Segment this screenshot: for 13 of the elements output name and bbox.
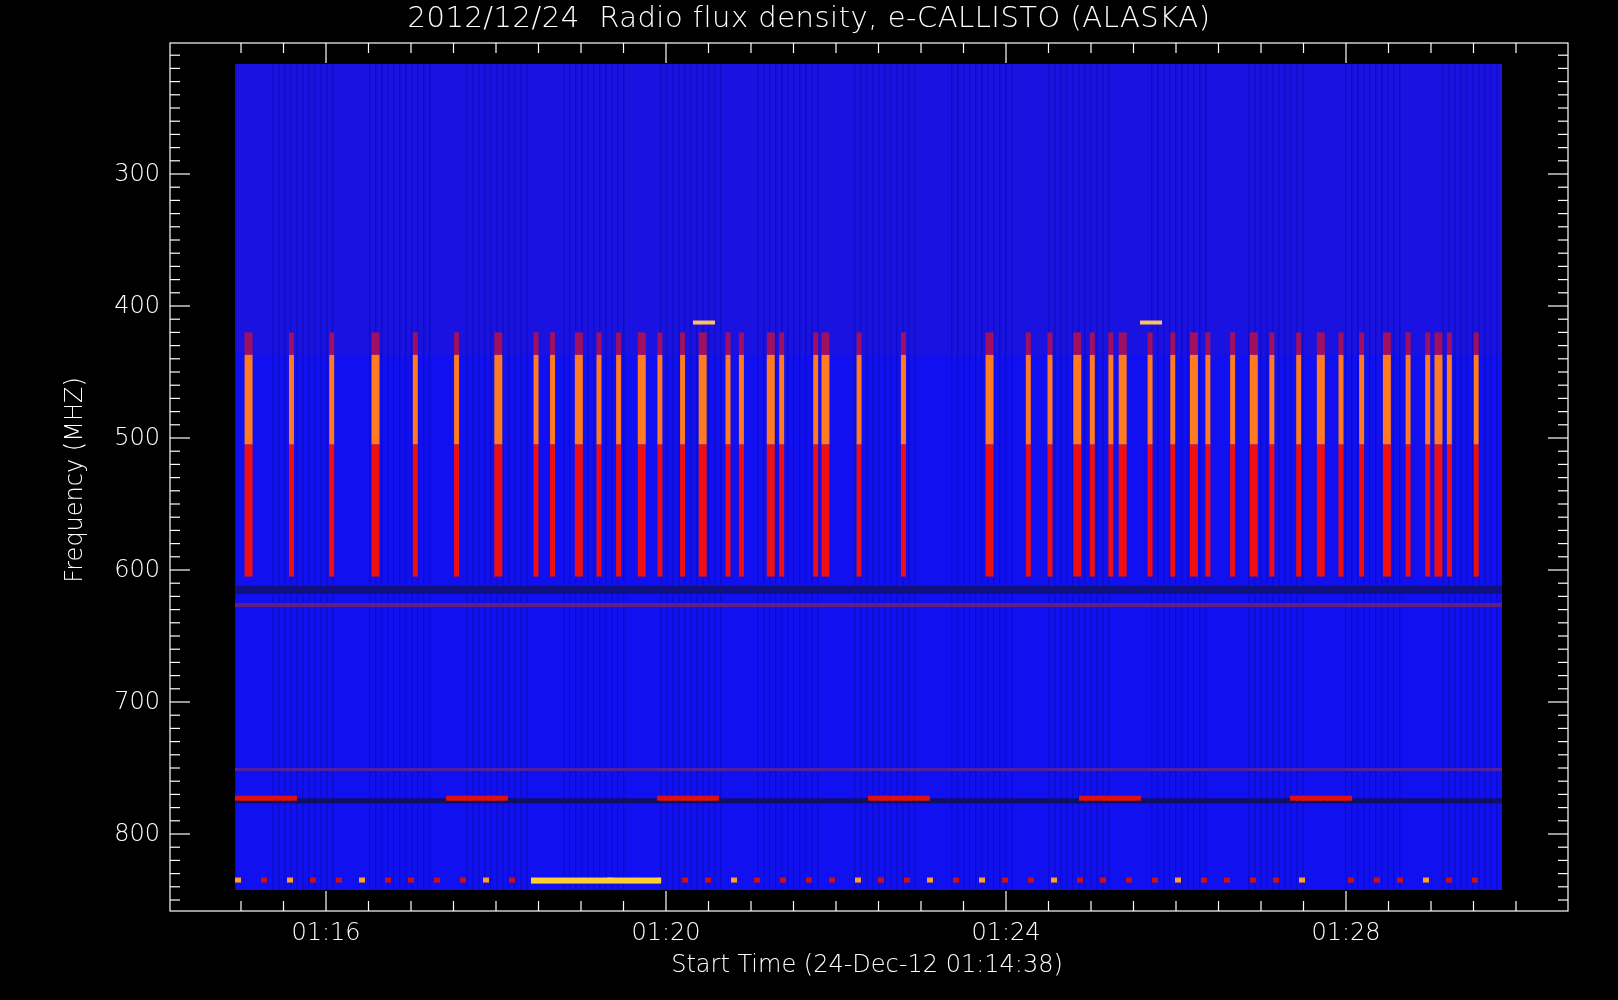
- axis-tick-label: 01:28: [1310, 918, 1382, 946]
- axis-title: Frequency (MHZ): [60, 377, 88, 583]
- axis-tick-label: 800: [113, 819, 160, 847]
- axis-tick-label: 700: [113, 687, 160, 715]
- axis-tick-label: 500: [113, 423, 160, 451]
- axis-tick-label: 400: [113, 291, 160, 319]
- axis-tick-label: 300: [113, 159, 160, 187]
- axis-tick-label: 01:20: [630, 918, 702, 946]
- axis-tick-label: 600: [113, 555, 160, 583]
- axis-title: Start Time (24-Dec-12 01:14:38): [670, 950, 1064, 978]
- axis-tick-label: 01:16: [290, 918, 362, 946]
- axis-tick-label: 01:24: [970, 918, 1042, 946]
- plot-title: 2012/12/24 Radio flux density, e-CALLISTO (ALASKA): [406, 0, 1212, 34]
